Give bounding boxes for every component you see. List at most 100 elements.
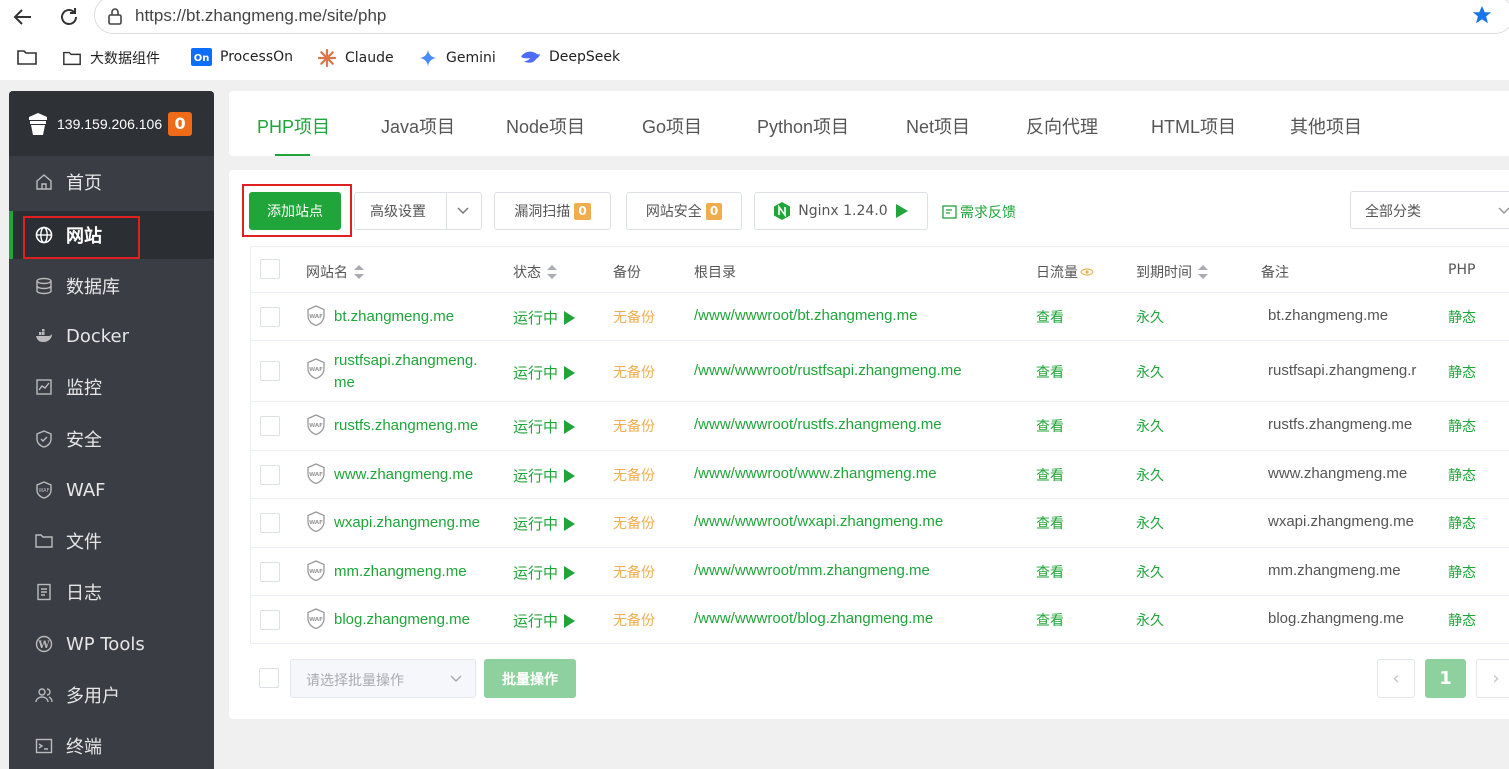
note-cell[interactable]: blog.zhangmeng.me — [1268, 610, 1404, 627]
advanced-settings-dropdown[interactable]: 高级设置 — [354, 192, 482, 230]
site-name-cell[interactable]: WAF mm.zhangmeng.me — [306, 560, 467, 582]
sidebar-item-database[interactable]: 数据库 — [9, 262, 214, 310]
category-select[interactable]: 全部分类 — [1350, 191, 1509, 229]
tab-reverse-proxy[interactable]: 反向代理 — [1026, 113, 1098, 139]
note-cell[interactable]: www.zhangmeng.me — [1268, 465, 1407, 482]
address-bar[interactable]: https://bt.zhangmeng.me/site/php — [94, 0, 1509, 34]
server-info[interactable]: 139.159.206.106 0 — [9, 91, 214, 156]
bookmark-claude[interactable]: Claude — [317, 48, 394, 68]
php-version-cell[interactable]: 静态 — [1448, 562, 1476, 582]
site-name-cell[interactable]: WAF blog.zhangmeng.me — [306, 608, 470, 630]
row-checkbox[interactable] — [260, 465, 280, 485]
traffic-view-link[interactable]: 查看 — [1036, 562, 1064, 582]
tab-python[interactable]: Python项目 — [757, 113, 849, 139]
vuln-scan-button[interactable]: 漏洞扫描 0 — [494, 192, 611, 230]
expire-cell[interactable]: 永久 — [1136, 307, 1164, 327]
backup-cell[interactable]: 无备份 — [613, 562, 655, 582]
sidebar-item-docker[interactable]: Docker — [9, 312, 214, 360]
status-cell[interactable]: 运行中 — [513, 307, 576, 328]
batch-action-button[interactable]: 批量操作 — [484, 659, 576, 698]
traffic-view-link[interactable]: 查看 — [1036, 307, 1064, 327]
backup-cell[interactable]: 无备份 — [613, 362, 655, 382]
row-checkbox[interactable] — [260, 610, 280, 630]
note-cell[interactable]: bt.zhangmeng.me — [1268, 307, 1388, 324]
tab-go[interactable]: Go项目 — [642, 113, 702, 139]
expire-cell[interactable]: 永久 — [1136, 362, 1164, 382]
expire-cell[interactable]: 永久 — [1136, 513, 1164, 533]
backup-cell[interactable]: 无备份 — [613, 307, 655, 327]
php-version-cell[interactable]: 静态 — [1448, 465, 1476, 485]
status-cell[interactable]: 运行中 — [513, 465, 576, 486]
batch-action-select[interactable]: 请选择批量操作 — [290, 659, 476, 698]
sidebar-item-files[interactable]: 文件 — [9, 517, 214, 565]
row-checkbox[interactable] — [260, 307, 280, 327]
expire-cell[interactable]: 永久 — [1136, 562, 1164, 582]
sidebar-item-wp-tools[interactable]: W WP Tools — [9, 620, 214, 668]
tab-html[interactable]: HTML项目 — [1151, 113, 1236, 139]
root-dir-cell[interactable]: /www/wwwroot/www.zhangmeng.me — [694, 465, 937, 482]
status-cell[interactable]: 运行中 — [513, 513, 576, 534]
root-dir-cell[interactable]: /www/wwwroot/mm.zhangmeng.me — [694, 562, 930, 579]
batch-select-all-checkbox[interactable] — [259, 668, 279, 688]
sidebar-item-security[interactable]: 安全 — [9, 415, 214, 463]
eye-icon[interactable] — [1080, 267, 1094, 277]
php-version-cell[interactable]: 静态 — [1448, 610, 1476, 630]
site-name-cell[interactable]: WAF rustfs.zhangmeng.me — [306, 414, 478, 436]
sort-icon[interactable] — [354, 265, 364, 279]
sidebar-item-monitor[interactable]: 监控 — [9, 363, 214, 411]
tab-java[interactable]: Java项目 — [381, 113, 455, 139]
notification-badge[interactable]: 0 — [168, 111, 193, 136]
bookmark-gemini[interactable]: Gemini — [418, 48, 496, 68]
root-dir-cell[interactable]: /www/wwwroot/blog.zhangmeng.me — [694, 610, 933, 627]
backup-cell[interactable]: 无备份 — [613, 610, 655, 630]
tab-node[interactable]: Node项目 — [506, 113, 585, 139]
backup-cell[interactable]: 无备份 — [613, 513, 655, 533]
tab-net[interactable]: Net项目 — [906, 113, 970, 139]
feedback-link[interactable]: 需求反馈 — [942, 202, 1016, 222]
sidebar-item-logs[interactable]: 日志 — [9, 568, 214, 616]
site-name-cell[interactable]: WAF www.zhangmeng.me — [306, 463, 473, 485]
bookmark-star-icon[interactable] — [1471, 4, 1493, 26]
sidebar-item-waf[interactable]: WAF WAF — [9, 466, 214, 514]
sort-icon[interactable] — [547, 265, 557, 279]
nginx-button[interactable]: Nginx 1.24.0 — [754, 192, 928, 230]
site-info-icon[interactable] — [107, 7, 123, 25]
page-1-button[interactable]: 1 — [1425, 659, 1466, 698]
note-cell[interactable]: rustfs.zhangmeng.me — [1268, 416, 1412, 433]
traffic-view-link[interactable]: 查看 — [1036, 513, 1064, 533]
root-dir-cell[interactable]: /www/wwwroot/bt.zhangmeng.me — [694, 307, 917, 324]
bookmark-processon[interactable]: On ProcessOn — [191, 48, 293, 66]
select-all-checkbox[interactable] — [260, 259, 280, 279]
sort-icon[interactable] — [1198, 265, 1208, 279]
status-cell[interactable]: 运行中 — [513, 562, 576, 583]
php-version-cell[interactable]: 静态 — [1448, 416, 1476, 436]
reload-button[interactable] — [56, 4, 82, 30]
tab-php[interactable]: PHP项目 — [257, 113, 330, 139]
status-cell[interactable]: 运行中 — [513, 362, 576, 383]
root-dir-cell[interactable]: /www/wwwroot/rustfs.zhangmeng.me — [694, 416, 942, 433]
traffic-view-link[interactable]: 查看 — [1036, 362, 1064, 382]
sidebar-item-home[interactable]: 首页 — [9, 158, 214, 206]
site-name-cell[interactable]: WAF rustfsapi.zhangmeng. me — [306, 350, 477, 394]
site-name-cell[interactable]: WAF bt.zhangmeng.me — [306, 305, 454, 327]
expire-cell[interactable]: 永久 — [1136, 610, 1164, 630]
expire-cell[interactable]: 永久 — [1136, 465, 1164, 485]
root-dir-cell[interactable]: /www/wwwroot/wxapi.zhangmeng.me — [694, 513, 943, 530]
next-page-button[interactable]: › — [1476, 659, 1509, 698]
sidebar-item-terminal[interactable]: 终端 — [9, 722, 214, 769]
note-cell[interactable]: wxapi.zhangmeng.me — [1268, 513, 1414, 530]
bookmark-apps-folder[interactable] — [16, 48, 46, 66]
traffic-view-link[interactable]: 查看 — [1036, 465, 1064, 485]
status-cell[interactable]: 运行中 — [513, 610, 576, 631]
bookmark-deepseek[interactable]: DeepSeek — [519, 48, 620, 66]
note-cell[interactable]: rustfsapi.zhangmeng.r — [1268, 362, 1416, 379]
php-version-cell[interactable]: 静态 — [1448, 513, 1476, 533]
expire-cell[interactable]: 永久 — [1136, 416, 1164, 436]
back-button[interactable] — [10, 4, 36, 30]
traffic-view-link[interactable]: 查看 — [1036, 610, 1064, 630]
root-dir-cell[interactable]: /www/wwwroot/rustfsapi.zhangmeng.me — [694, 362, 962, 379]
note-cell[interactable]: mm.zhangmeng.me — [1268, 562, 1401, 579]
traffic-view-link[interactable]: 查看 — [1036, 416, 1064, 436]
header-site-name[interactable]: 网站名 — [306, 262, 364, 282]
prev-page-button[interactable]: ‹ — [1377, 659, 1415, 698]
